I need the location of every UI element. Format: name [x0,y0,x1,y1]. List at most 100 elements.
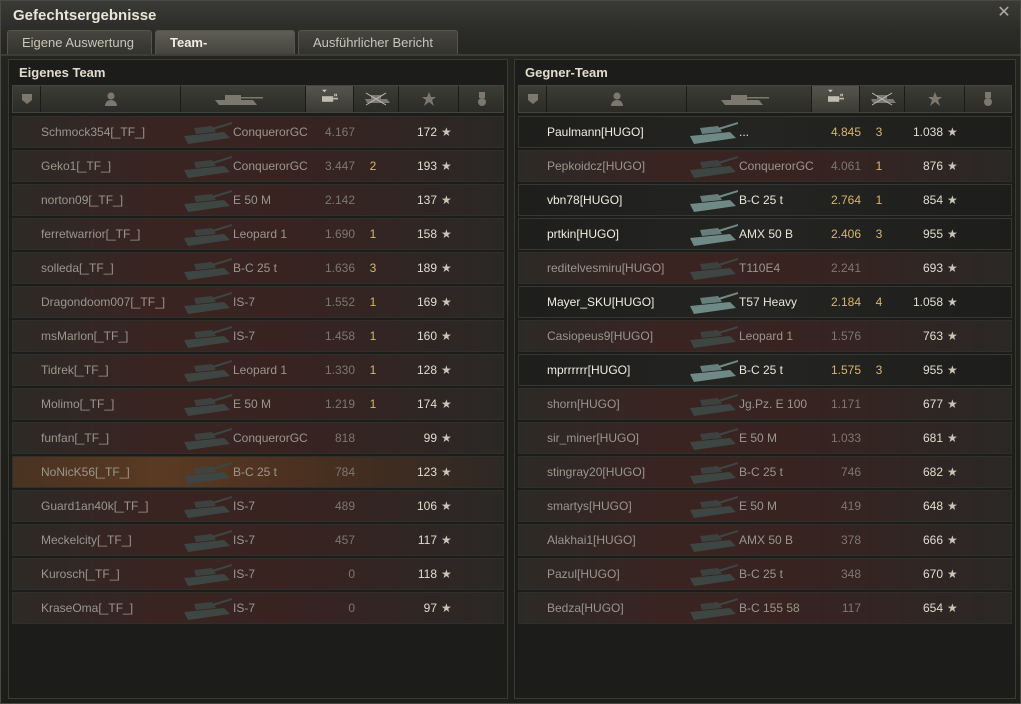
player-row[interactable]: funfan[_TF_] ConquerorGC 818 99 ★ [12,422,504,454]
damage-value: 2.406 [830,227,861,241]
tab-bar: Eigene Auswertung Team-Auswertung Ausfüh… [7,30,461,74]
tank-name: B-C 25 t [739,193,784,207]
sort-squad-button[interactable] [519,86,547,112]
player-row[interactable]: Kurosch[_TF_] IS-7 0 118 ★ [12,558,504,590]
damage-value: 1.576 [830,329,861,343]
player-row[interactable]: Guard1an40k[_TF_] IS-7 489 106 ★ [12,490,504,522]
sort-player-button[interactable] [41,86,181,112]
xp-value: 106 [416,499,437,513]
tank-thumbnail-icon [184,156,232,178]
damage-value: 1.690 [324,227,355,241]
sort-tank-button[interactable] [687,86,812,112]
sort-kills-button[interactable] [354,86,399,112]
sort-medal-button[interactable] [965,86,1013,112]
damage-value: 1.171 [830,397,861,411]
xp-star-icon [422,92,436,106]
sort-squad-button[interactable] [13,86,41,112]
player-icon [105,92,117,106]
player-row[interactable]: prtkin[HUGO] AMX 50 B 2.406 3 955 ★ [518,218,1012,250]
tank-thumbnail-icon [184,190,232,212]
player-row[interactable]: Geko1[_TF_] ConquerorGC 3.447 2 193 ★ [12,150,504,182]
tab-eigene-auswertung[interactable]: Eigene Auswertung [7,30,152,54]
player-row[interactable]: sir_miner[HUGO] E 50 M 1.033 681 ★ [518,422,1012,454]
sort-xp-button[interactable] [399,86,459,112]
player-name: vbn78[HUGO] [547,193,623,207]
player-row[interactable]: Alakhai1[HUGO] AMX 50 B 378 666 ★ [518,524,1012,556]
sort-damage-button[interactable] [812,86,860,112]
tank-thumbnail-icon [184,360,232,382]
enemy-team-player-list: Paulmann[HUGO]... 4.845 3 1.038 ★ Pepkoidcz[H… [518,116,1012,626]
player-row[interactable]: Tidrek[_TF_] Leopard 1 1.330 1 128 ★ [12,354,504,386]
sort-damage-button[interactable] [306,86,354,112]
xp-star-icon: ★ [947,261,958,275]
player-row[interactable]: Dragondoom007[_TF_] IS-7 1.552 1 169 ★ [12,286,504,318]
player-row[interactable]: Schmock354[_TF_] ConquerorGC 4.167 172 ★ [12,116,504,148]
player-row[interactable]: Pepkoidcz[HUGO] ConquerorGC 4.061 1 876 ★ [518,150,1012,182]
xp-value: 97 [423,601,437,615]
damage-value: 1.575 [830,363,861,377]
kills-value: 1 [875,193,883,207]
own-team-player-list: Schmock354[_TF_] ConquerorGC 4.167 172 ★ Geko… [12,116,504,626]
xp-value: 174 [416,397,437,411]
damage-value: 489 [334,499,355,513]
damage-value: 348 [840,567,861,581]
xp-value: 666 [922,533,943,547]
sort-player-button[interactable] [547,86,687,112]
player-name: sir_miner[HUGO] [547,431,640,445]
xp-star-icon: ★ [947,567,958,581]
player-row[interactable]: Paulmann[HUGO]... 4.845 3 1.038 ★ [518,116,1012,148]
close-icon[interactable]: ✕ [996,5,1012,21]
player-row[interactable]: Molimo[_TF_] E 50 M 1.219 1 174 ★ [12,388,504,420]
kills-value: 3 [875,125,883,139]
sort-xp-button[interactable] [905,86,965,112]
xp-star-icon: ★ [947,125,958,139]
player-row[interactable]: shorn[HUGO] Jg.Pz. E 100 1.171 677 ★ [518,388,1012,420]
xp-star-icon: ★ [947,431,958,445]
kills-value: 1 [369,329,377,343]
player-row[interactable]: ferretwarrior[_TF_] Leopard 1 1.690 1 158 ★ [12,218,504,250]
tank-thumbnail-icon [184,292,232,314]
player-row[interactable]: Casiopeus9[HUGO] Leopard 1 1.576 763 ★ [518,320,1012,352]
damage-value: 1.636 [324,261,355,275]
tab-team-auswertung[interactable]: Team-Auswertung [155,30,295,74]
damage-value: 0 [348,601,355,615]
player-name: Tidrek[_TF_] [41,363,109,377]
sort-medal-button[interactable] [459,86,505,112]
xp-star-icon: ★ [441,431,452,445]
player-row[interactable]: Bedza[HUGO] B-C 155 58 117 654 ★ [518,592,1012,624]
player-row[interactable]: Pazul[HUGO] B-C 25 t 348 670 ★ [518,558,1012,590]
player-row[interactable]: mprrrrrr[HUGO] B-C 25 t 1.575 3 955 ★ [518,354,1012,386]
player-row[interactable]: norton09[_TF_] E 50 M 2.142 137 ★ [12,184,504,216]
sort-tank-button[interactable] [181,86,306,112]
damage-value: 1.330 [324,363,355,377]
player-name: Pazul[HUGO] [547,567,620,581]
player-row[interactable]: solleda[_TF_] B-C 25 t 1.636 3 189 ★ [12,252,504,284]
player-row[interactable]: NoNicK56[_TF_] B-C 25 t 784 123 ★ [12,456,504,488]
xp-value: 123 [416,465,437,479]
player-row[interactable]: Mayer_SKU[HUGO] T57 Heavy 2.184 4 1.058 ★ [518,286,1012,318]
xp-star-icon: ★ [947,363,958,377]
player-row[interactable]: smartys[HUGO] E 50 M 419 648 ★ [518,490,1012,522]
tank-thumbnail-icon [690,292,738,314]
xp-star-icon: ★ [441,499,452,513]
player-row[interactable]: reditelvesmiru[HUGO] T110E4 2.241 693 ★ [518,252,1012,284]
sort-kills-button[interactable] [860,86,905,112]
damage-icon [322,89,338,102]
player-row[interactable]: stingray20[HUGO] B-C 25 t 746 682 ★ [518,456,1012,488]
player-row[interactable]: msMarlon[_TF_] IS-7 1.458 1 160 ★ [12,320,504,352]
player-row[interactable]: KraseOma[_TF_] IS-7 0 97 ★ [12,592,504,624]
xp-value: 117 [417,533,437,547]
tab-ausfuehrlicher-bericht[interactable]: Ausführlicher Bericht [298,30,458,54]
player-row[interactable]: Meckelcity[_TF_] IS-7 457 117 ★ [12,524,504,556]
damage-value: 4.845 [830,125,861,139]
player-row[interactable]: vbn78[HUGO] B-C 25 t 2.764 1 854 ★ [518,184,1012,216]
medal-icon [984,92,992,106]
xp-star-icon: ★ [441,261,452,275]
tank-name: AMX 50 B [739,533,794,547]
player-name: stingray20[HUGO] [547,465,646,479]
kills-value: 3 [875,363,883,377]
tank-name: B-C 25 t [233,261,278,275]
xp-star-icon: ★ [947,499,958,513]
player-name: msMarlon[_TF_] [41,329,129,343]
player-name: norton09[_TF_] [41,193,124,207]
